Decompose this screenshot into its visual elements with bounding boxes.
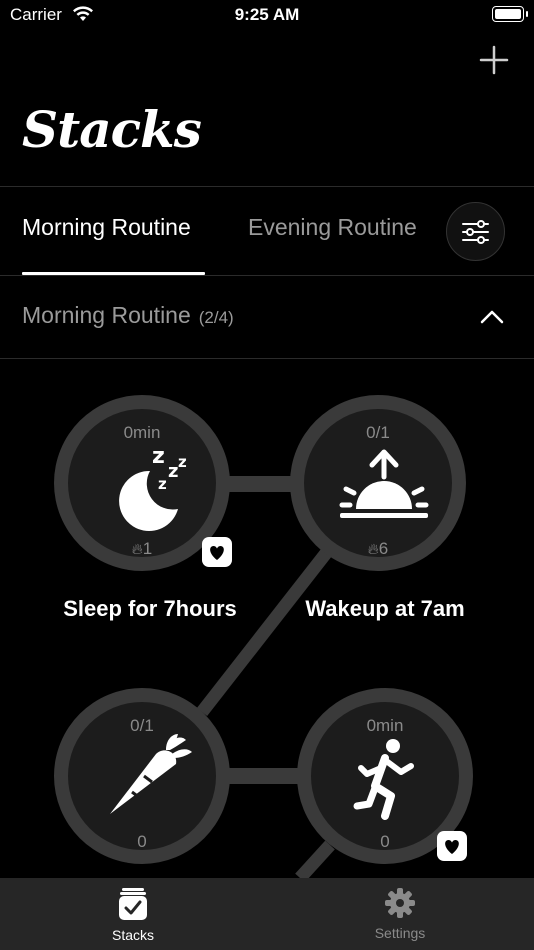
habit-circle-carrot[interactable]: 0/1 0 <box>54 688 230 864</box>
heart-icon <box>210 546 224 560</box>
svg-text:z: z <box>168 461 178 482</box>
gear-icon <box>385 888 415 918</box>
checklist-icon <box>119 888 147 920</box>
flame-icon: 🔥︎ <box>131 541 143 558</box>
habit-streak: 0 <box>137 832 147 851</box>
tabbar-label: Settings <box>374 925 426 941</box>
favorite-badge[interactable] <box>437 831 467 861</box>
heart-icon <box>445 840 459 854</box>
habit-label: Wakeup at 7am <box>305 596 465 621</box>
flame-icon: 🔥︎ <box>367 541 379 558</box>
tabbar-item-stacks[interactable]: Stacks <box>73 886 193 943</box>
svg-text:z: z <box>158 475 167 493</box>
habit-circle-wakeup[interactable]: 0/1 🔥︎6 <box>290 395 466 571</box>
tabbar-item-settings[interactable]: Settings <box>340 886 460 941</box>
habit-label: Sleep for 7hours <box>63 596 237 621</box>
tabbar-label: Stacks <box>111 927 154 943</box>
tab-bar: Stacks Settings <box>0 878 534 950</box>
svg-text:z: z <box>152 444 165 469</box>
svg-text:z: z <box>178 453 187 471</box>
favorite-badge[interactable] <box>202 537 232 567</box>
habit-streak: 🔥︎6 <box>367 539 389 558</box>
